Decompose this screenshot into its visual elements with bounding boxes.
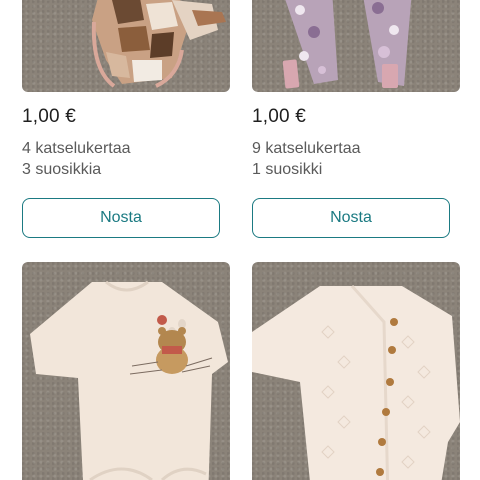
listing-price: 1,00 € [22, 106, 77, 127]
listing-card[interactable]: 1,00 € 9 katselukertaa 1 suosikki Nosta [252, 0, 460, 238]
listing-views: 9 katselukertaa [252, 140, 361, 157]
cardigan-image [252, 285, 460, 480]
listing-favorites: 1 suosikki [252, 161, 323, 178]
listing-photo[interactable] [22, 0, 230, 92]
bear-bodysuit-image [30, 280, 228, 480]
listing-photo[interactable] [22, 262, 230, 480]
listing-grid: 1,00 € 4 katselukertaa 3 suosikkia Nosta… [0, 0, 480, 480]
listing-favorites: 3 suosikkia [22, 161, 102, 178]
listing-photo[interactable] [252, 0, 460, 92]
listing-photo[interactable] [252, 262, 460, 480]
bodysuit-pattern-image [91, 0, 226, 88]
listing-card[interactable] [22, 262, 230, 480]
listing-card[interactable]: 1,00 € 4 katselukertaa 3 suosikkia Nosta [22, 0, 230, 238]
listing-price: 1,00 € [252, 106, 307, 127]
listing-card[interactable] [252, 262, 460, 480]
boost-button[interactable]: Nosta [22, 198, 220, 238]
boost-button[interactable]: Nosta [252, 198, 450, 238]
listing-views: 4 katselukertaa [22, 140, 131, 157]
leggings-image [282, 0, 412, 89]
